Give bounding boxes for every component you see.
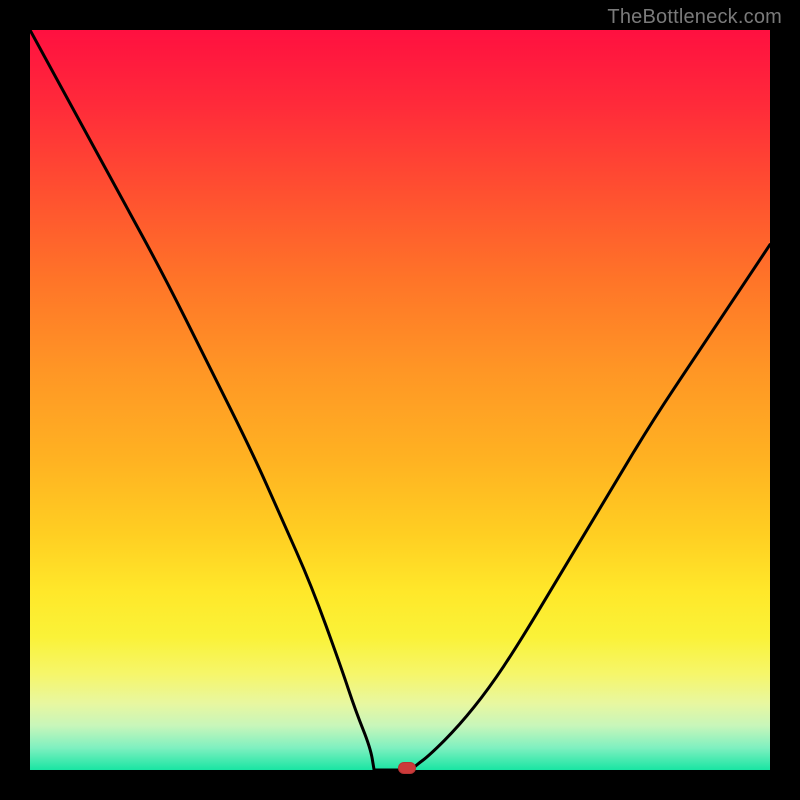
- plot-area: [30, 30, 770, 770]
- watermark-text: TheBottleneck.com: [607, 6, 782, 29]
- chart-stage: TheBottleneck.com: [0, 0, 800, 800]
- bottleneck-curve: [30, 30, 770, 770]
- bottleneck-marker: [398, 762, 416, 774]
